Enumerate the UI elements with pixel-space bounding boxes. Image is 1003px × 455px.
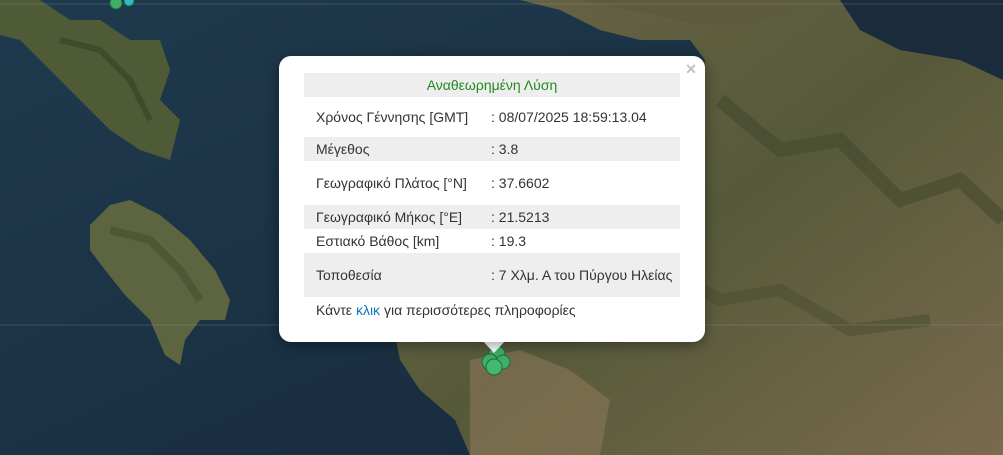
earthquake-marker-icon[interactable]: [109, 0, 123, 10]
label-location: Τοποθεσία: [304, 253, 485, 297]
label-origin-time: Χρόνος Γέννησης [GMT]: [316, 108, 469, 125]
label-latitude: Γεωγραφικό Πλάτος [°N]: [316, 174, 467, 191]
earthquake-info-popup: × Αναθεωρημένη Λύση Χρόνος Γέννησης [GMT…: [279, 56, 705, 342]
earthquake-marker-icon[interactable]: [123, 0, 135, 7]
close-icon[interactable]: ×: [683, 60, 699, 78]
value-latitude: : 37.6602: [491, 174, 550, 191]
popup-title: Αναθεωρημένη Λύση: [304, 73, 680, 97]
label-depth: Εστιακό Βάθος [km]: [316, 232, 440, 249]
value-depth: : 19.3: [491, 232, 527, 249]
value-longitude: : 21.5213: [485, 205, 680, 229]
label-magnitude: Μέγεθος: [304, 137, 485, 161]
more-info-prefix: Κάντε: [316, 302, 353, 318]
value-magnitude: : 3.8: [485, 137, 680, 161]
earthquake-marker-icon[interactable]: [485, 358, 503, 376]
info-table: Αναθεωρημένη Λύση Χρόνος Γέννησης [GMT] …: [304, 73, 680, 297]
value-origin-time: : 08/07/2025 18:59:13.04: [491, 108, 647, 125]
more-info-line: Κάντε κλικ για περισσότερες πληροφορίες: [316, 302, 576, 318]
label-longitude: Γεωγραφικό Μήκος [°E]: [304, 205, 485, 229]
more-info-link[interactable]: κλικ: [356, 302, 380, 318]
more-info-suffix: για περισσότερες πληροφορίες: [383, 302, 576, 318]
value-location: : 7 Χλμ. Α του Πύργου Ηλείας: [485, 253, 680, 297]
